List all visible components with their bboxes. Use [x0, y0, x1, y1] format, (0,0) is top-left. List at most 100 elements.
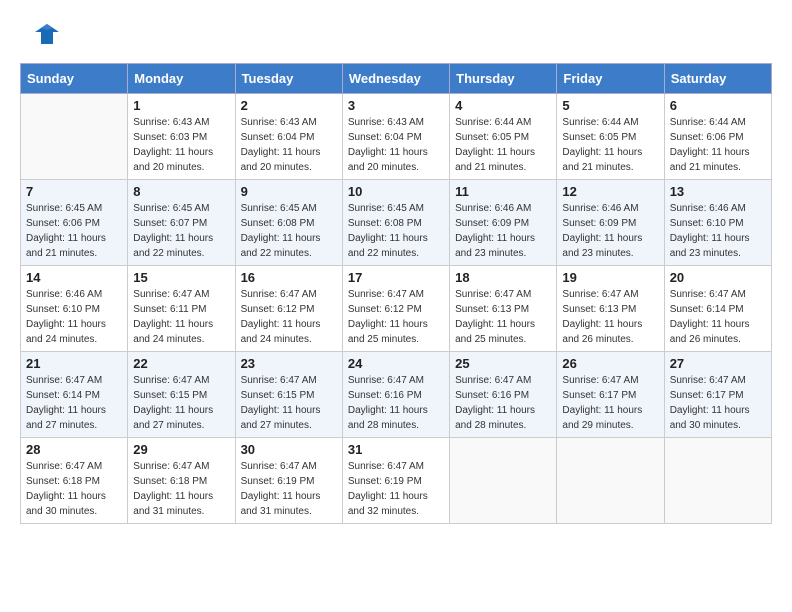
calendar-header: SundayMondayTuesdayWednesdayThursdayFrid… [21, 64, 772, 94]
calendar-cell: 2 Sunrise: 6:43 AMSunset: 6:04 PMDaylight… [235, 94, 342, 180]
day-info: Sunrise: 6:47 AMSunset: 6:16 PMDaylight:… [348, 373, 444, 433]
day-number: 27 [670, 356, 766, 371]
day-number: 12 [562, 184, 658, 199]
day-number: 24 [348, 356, 444, 371]
day-number: 18 [455, 270, 551, 285]
calendar-cell: 4 Sunrise: 6:44 AMSunset: 6:05 PMDaylight… [450, 94, 557, 180]
page-header [20, 20, 772, 53]
calendar-cell: 1 Sunrise: 6:43 AMSunset: 6:03 PMDaylight… [128, 94, 235, 180]
day-info: Sunrise: 6:46 AMSunset: 6:09 PMDaylight:… [562, 201, 658, 261]
day-number: 21 [26, 356, 122, 371]
day-number: 6 [670, 98, 766, 113]
col-header-tuesday: Tuesday [235, 64, 342, 94]
day-info: Sunrise: 6:45 AMSunset: 6:08 PMDaylight:… [241, 201, 337, 261]
calendar-cell [450, 438, 557, 524]
calendar-cell: 23 Sunrise: 6:47 AMSunset: 6:15 PMDayligh… [235, 352, 342, 438]
calendar-cell: 11 Sunrise: 6:46 AMSunset: 6:09 PMDayligh… [450, 180, 557, 266]
day-info: Sunrise: 6:44 AMSunset: 6:05 PMDaylight:… [562, 115, 658, 175]
day-number: 26 [562, 356, 658, 371]
day-number: 17 [348, 270, 444, 285]
day-info: Sunrise: 6:47 AMSunset: 6:14 PMDaylight:… [26, 373, 122, 433]
day-info: Sunrise: 6:47 AMSunset: 6:12 PMDaylight:… [348, 287, 444, 347]
calendar-cell [21, 94, 128, 180]
calendar-cell: 5 Sunrise: 6:44 AMSunset: 6:05 PMDaylight… [557, 94, 664, 180]
day-info: Sunrise: 6:47 AMSunset: 6:13 PMDaylight:… [455, 287, 551, 347]
day-number: 10 [348, 184, 444, 199]
day-info: Sunrise: 6:44 AMSunset: 6:05 PMDaylight:… [455, 115, 551, 175]
day-info: Sunrise: 6:47 AMSunset: 6:17 PMDaylight:… [670, 373, 766, 433]
day-info: Sunrise: 6:43 AMSunset: 6:04 PMDaylight:… [348, 115, 444, 175]
calendar-cell: 17 Sunrise: 6:47 AMSunset: 6:12 PMDayligh… [342, 266, 449, 352]
calendar-cell: 16Sunrise: 6:47 AMSunset: 6:12 PMDayligh… [235, 266, 342, 352]
calendar-cell: 21 Sunrise: 6:47 AMSunset: 6:14 PMDayligh… [21, 352, 128, 438]
calendar-cell [557, 438, 664, 524]
day-number: 14 [26, 270, 122, 285]
day-info: Sunrise: 6:47 AMSunset: 6:14 PMDaylight:… [670, 287, 766, 347]
day-number: 8 [133, 184, 229, 199]
day-number: 2 [241, 98, 337, 113]
calendar-cell: 7Sunrise: 6:45 AMSunset: 6:06 PMDaylight… [21, 180, 128, 266]
day-number: 15 [133, 270, 229, 285]
day-info: Sunrise: 6:43 AMSunset: 6:04 PMDaylight:… [241, 115, 337, 175]
day-number: 16 [241, 270, 337, 285]
calendar-cell: 24 Sunrise: 6:47 AMSunset: 6:16 PMDayligh… [342, 352, 449, 438]
day-number: 23 [241, 356, 337, 371]
day-info: Sunrise: 6:46 AMSunset: 6:10 PMDaylight:… [670, 201, 766, 261]
calendar-cell: 30Sunrise: 6:47 AMSunset: 6:19 PMDayligh… [235, 438, 342, 524]
day-number: 19 [562, 270, 658, 285]
calendar-cell: 15Sunrise: 6:47 AMSunset: 6:11 PMDayligh… [128, 266, 235, 352]
col-header-wednesday: Wednesday [342, 64, 449, 94]
calendar-body: 1 Sunrise: 6:43 AMSunset: 6:03 PMDaylight… [21, 94, 772, 524]
logo [20, 20, 61, 53]
calendar-week: 7Sunrise: 6:45 AMSunset: 6:06 PMDaylight… [21, 180, 772, 266]
day-number: 20 [670, 270, 766, 285]
calendar-cell: 8Sunrise: 6:45 AMSunset: 6:07 PMDaylight… [128, 180, 235, 266]
logo-bird-icon [33, 20, 61, 48]
calendar-cell: 31 Sunrise: 6:47 AMSunset: 6:19 PMDayligh… [342, 438, 449, 524]
day-number: 28 [26, 442, 122, 457]
day-number: 30 [241, 442, 337, 457]
day-number: 11 [455, 184, 551, 199]
col-header-saturday: Saturday [664, 64, 771, 94]
calendar-cell: 22 Sunrise: 6:47 AMSunset: 6:15 PMDayligh… [128, 352, 235, 438]
day-number: 1 [133, 98, 229, 113]
day-info: Sunrise: 6:47 AMSunset: 6:17 PMDaylight:… [562, 373, 658, 433]
calendar-cell: 13 Sunrise: 6:46 AMSunset: 6:10 PMDayligh… [664, 180, 771, 266]
day-number: 5 [562, 98, 658, 113]
day-info: Sunrise: 6:47 AMSunset: 6:13 PMDaylight:… [562, 287, 658, 347]
calendar-cell: 28 Sunrise: 6:47 AMSunset: 6:18 PMDayligh… [21, 438, 128, 524]
day-info: Sunrise: 6:47 AMSunset: 6:15 PMDaylight:… [133, 373, 229, 433]
day-info: Sunrise: 6:47 AMSunset: 6:19 PMDaylight:… [348, 459, 444, 519]
day-info: Sunrise: 6:47 AMSunset: 6:15 PMDaylight:… [241, 373, 337, 433]
col-header-sunday: Sunday [21, 64, 128, 94]
calendar-cell: 26 Sunrise: 6:47 AMSunset: 6:17 PMDayligh… [557, 352, 664, 438]
day-info: Sunrise: 6:47 AMSunset: 6:18 PMDaylight:… [26, 459, 122, 519]
day-number: 4 [455, 98, 551, 113]
day-number: 25 [455, 356, 551, 371]
day-number: 22 [133, 356, 229, 371]
day-number: 29 [133, 442, 229, 457]
day-info: Sunrise: 6:46 AMSunset: 6:10 PMDaylight:… [26, 287, 122, 347]
calendar-cell: 20 Sunrise: 6:47 AMSunset: 6:14 PMDayligh… [664, 266, 771, 352]
day-number: 13 [670, 184, 766, 199]
day-info: Sunrise: 6:45 AMSunset: 6:08 PMDaylight:… [348, 201, 444, 261]
calendar-cell: 14 Sunrise: 6:46 AMSunset: 6:10 PMDayligh… [21, 266, 128, 352]
calendar-cell: 3 Sunrise: 6:43 AMSunset: 6:04 PMDaylight… [342, 94, 449, 180]
day-info: Sunrise: 6:47 AMSunset: 6:18 PMDaylight:… [133, 459, 229, 519]
day-info: Sunrise: 6:43 AMSunset: 6:03 PMDaylight:… [133, 115, 229, 175]
day-number: 3 [348, 98, 444, 113]
calendar-week: 21 Sunrise: 6:47 AMSunset: 6:14 PMDayligh… [21, 352, 772, 438]
day-number: 9 [241, 184, 337, 199]
calendar-cell [664, 438, 771, 524]
day-info: Sunrise: 6:47 AMSunset: 6:16 PMDaylight:… [455, 373, 551, 433]
calendar-cell: 10 Sunrise: 6:45 AMSunset: 6:08 PMDayligh… [342, 180, 449, 266]
calendar-week: 14 Sunrise: 6:46 AMSunset: 6:10 PMDayligh… [21, 266, 772, 352]
calendar-table: SundayMondayTuesdayWednesdayThursdayFrid… [20, 63, 772, 524]
col-header-monday: Monday [128, 64, 235, 94]
day-info: Sunrise: 6:44 AMSunset: 6:06 PMDaylight:… [670, 115, 766, 175]
day-number: 31 [348, 442, 444, 457]
day-info: Sunrise: 6:46 AMSunset: 6:09 PMDaylight:… [455, 201, 551, 261]
calendar-cell: 6 Sunrise: 6:44 AMSunset: 6:06 PMDaylight… [664, 94, 771, 180]
calendar-cell: 19 Sunrise: 6:47 AMSunset: 6:13 PMDayligh… [557, 266, 664, 352]
calendar-cell: 9 Sunrise: 6:45 AMSunset: 6:08 PMDaylight… [235, 180, 342, 266]
